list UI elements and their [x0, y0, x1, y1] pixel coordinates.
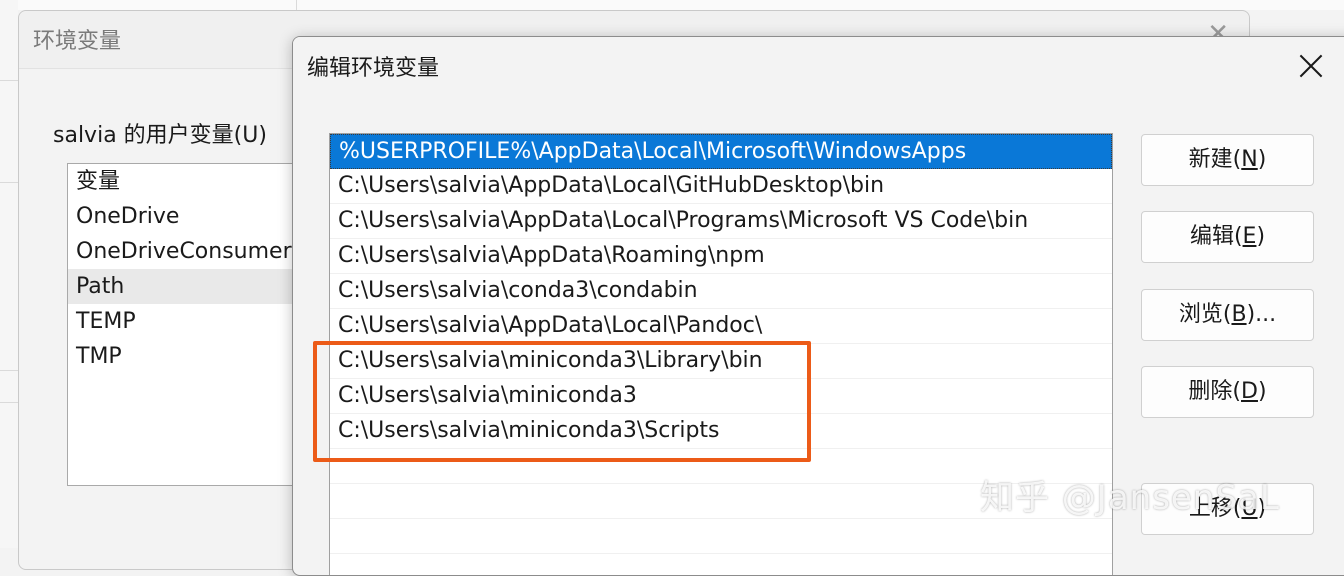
path-row[interactable]: C:\Users\salvia\miniconda3\Library\bin — [330, 344, 1112, 379]
browse-button[interactable]: 浏览(B)... — [1141, 289, 1314, 341]
button-label: )... — [1246, 302, 1277, 327]
button-accesskey: B — [1231, 302, 1247, 327]
button-accesskey: E — [1242, 224, 1257, 249]
strip-line — [0, 370, 18, 371]
delete-button[interactable]: 删除(D) — [1141, 366, 1314, 418]
path-row[interactable]: C:\Users\salvia\AppData\Roaming\npm — [330, 239, 1112, 274]
button-label: 新建( — [1188, 147, 1242, 172]
close-icon[interactable] — [1293, 49, 1329, 85]
strip-divider — [296, 0, 297, 10]
dialog-titlebar: 编辑环境变量 — [293, 37, 1344, 99]
background-top-strip — [0, 0, 1344, 10]
button-label: 编辑( — [1189, 224, 1243, 249]
user-variables-label: salvia 的用户变量(U) — [53, 123, 267, 148]
path-row[interactable]: C:\Users\salvia\miniconda3 — [330, 379, 1112, 414]
strip-line — [0, 402, 18, 403]
path-row[interactable]: C:\Users\salvia\conda3\condabin — [330, 274, 1112, 309]
path-row-selected[interactable]: %USERPROFILE%\AppData\Local\Microsoft\Wi… — [330, 134, 1112, 169]
dialog-title: 编辑环境变量 — [307, 56, 440, 81]
path-row[interactable]: C:\Users\salvia\miniconda3\Scripts — [330, 414, 1112, 449]
empty-row[interactable] — [330, 519, 1112, 554]
button-label: ) — [1256, 224, 1266, 249]
background-left-strip — [0, 0, 18, 548]
zhihu-watermark: 知乎 @JansenSaL — [980, 478, 1280, 518]
edit-button[interactable]: 编辑(E) — [1141, 211, 1314, 263]
button-accesskey: D — [1241, 379, 1258, 404]
button-label: ) — [1257, 147, 1267, 172]
strip-line — [0, 80, 18, 81]
path-row[interactable]: C:\Users\salvia\AppData\Local\Programs\M… — [330, 204, 1112, 239]
button-label: 浏览( — [1178, 302, 1232, 327]
path-row[interactable]: C:\Users\salvia\AppData\Local\Pandoc\ — [330, 309, 1112, 344]
strip-line — [0, 182, 18, 183]
env-window-title: 环境变量 — [33, 29, 122, 54]
button-accesskey: N — [1241, 147, 1258, 172]
button-label: ) — [1257, 379, 1267, 404]
new-button[interactable]: 新建(N) — [1141, 134, 1314, 186]
path-row[interactable]: C:\Users\salvia\AppData\Local\GitHubDesk… — [330, 169, 1112, 204]
button-label: 删除( — [1188, 379, 1242, 404]
